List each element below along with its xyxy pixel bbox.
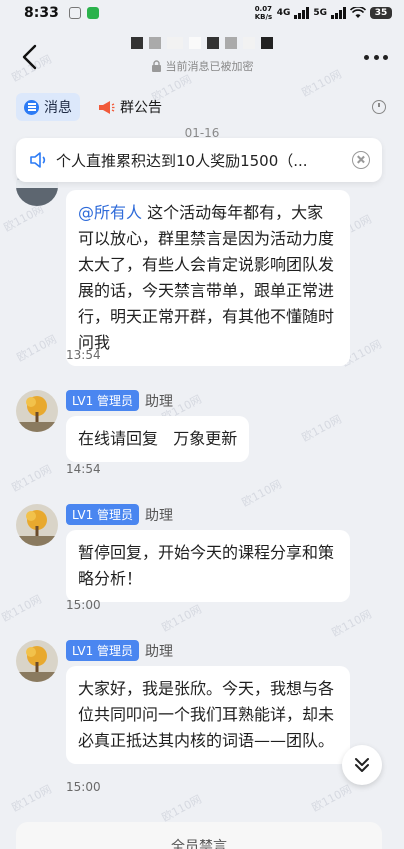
sender-line: LV1 管理员 助理	[66, 504, 173, 525]
notification-icon	[68, 7, 81, 19]
notice-text: 个人直推累积达到10人奖励1500（...	[56, 151, 308, 170]
speaker-icon	[30, 152, 46, 168]
tab-messages[interactable]: 消息	[16, 93, 80, 121]
avatar-image	[16, 640, 58, 682]
status-time: 8:33	[24, 5, 59, 21]
redacted-group-name	[100, 36, 304, 50]
sender-name[interactable]: 助理	[145, 641, 173, 661]
message-bubble[interactable]: 大家好，我是张欣。今天，我想与各位共同叩问一个我们耳熟能详，却未必真正抵达其内核…	[66, 666, 350, 764]
status-right: 0.07 KB/s 4G 5G 35	[255, 5, 392, 21]
double-chevron-down-icon	[355, 758, 369, 772]
avatar[interactable]	[16, 504, 58, 546]
status-bar: 8:33 0.07 KB/s 4G 5G 35	[0, 0, 404, 26]
encryption-text: 当前消息已被加密	[165, 60, 254, 73]
mention-all[interactable]: @所有人	[78, 203, 142, 222]
avatar-image	[16, 504, 58, 546]
message-time: 14:54	[66, 462, 101, 476]
scroll-to-bottom-button[interactable]	[342, 745, 382, 785]
signal-icon	[294, 7, 310, 19]
message-text: 这个活动每年都有，大家可以放心，群里禁言是因为活动力度太大了，有些人会肯定说影响…	[78, 203, 335, 352]
chat-title-block[interactable]: 当前消息已被加密	[100, 36, 304, 74]
message-item: LV1 管理员 助理 大家好，我是张欣。今天，我想与各位共同叩问一个我们耳熟能详…	[16, 640, 388, 800]
tab-messages-label: 消息	[44, 100, 72, 116]
message-time: 15:00	[66, 598, 101, 612]
encryption-notice: 当前消息已被加密	[100, 58, 304, 74]
message-bubble[interactable]: 暂停回复，开始今天的课程分享和策略分析！	[66, 530, 350, 602]
chat-header: 当前消息已被加密	[0, 26, 404, 86]
tab-announcements-label: 群公告	[120, 100, 162, 116]
sender-line: LV1 管理员 助理	[66, 390, 173, 411]
sender-name[interactable]: 助理	[145, 391, 173, 411]
message-bubble[interactable]: 在线请回复 万象更新	[66, 416, 250, 462]
lock-icon	[151, 60, 161, 72]
back-arrow-icon[interactable]	[18, 44, 42, 70]
avatar[interactable]	[16, 390, 58, 432]
more-options-icon[interactable]	[364, 48, 388, 66]
message-item: LV1 管理员 助理 暂停回复，开始今天的课程分享和策略分析！ 15:00	[16, 504, 388, 614]
avatar-image	[16, 390, 58, 432]
megaphone-icon	[99, 100, 115, 114]
message-time: 15:00	[66, 780, 101, 794]
chat-tabs: 消息 群公告	[0, 90, 404, 124]
signal-icon	[331, 7, 346, 19]
tab-announcements[interactable]: 群公告	[90, 93, 170, 121]
message-text: 暂停回复，开始今天的课程分享和策略分析！	[78, 543, 335, 588]
message-item: @所有人 这个活动每年都有，大家可以放心，群里禁言是因为活动力度太大了，有些人会…	[16, 164, 388, 368]
pinned-notice[interactable]: 个人直推累积达到10人奖励1500（...	[16, 138, 382, 182]
sender-name[interactable]: 助理	[145, 505, 173, 525]
message-item: LV1 管理员 助理 在线请回复 万象更新 14:54	[16, 390, 388, 480]
wifi-icon	[350, 7, 366, 18]
battery-icon: 35	[370, 7, 392, 19]
role-badge: LV1 管理员	[66, 504, 140, 525]
all-muted-bar: 全员禁言	[16, 822, 382, 849]
message-bubble[interactable]: @所有人 这个活动每年都有，大家可以放心，群里禁言是因为活动力度太大了，有些人会…	[66, 190, 350, 366]
role-badge: LV1 管理员	[66, 390, 140, 411]
close-icon[interactable]	[352, 151, 370, 169]
avatar[interactable]	[16, 640, 58, 682]
sender-line: LV1 管理员 助理	[66, 640, 173, 661]
role-badge: LV1 管理员	[66, 640, 140, 661]
network-type-1: 4G	[276, 8, 291, 18]
clock-icon[interactable]	[372, 100, 386, 114]
net-speed: 0.07 KB/s	[254, 5, 273, 21]
network-type-2: 5G	[313, 8, 327, 18]
message-text: 大家好，我是张欣。今天，我想与各位共同叩问一个我们耳熟能详，却未必真正抵达其内核…	[78, 679, 335, 750]
shield-app-icon	[86, 7, 99, 19]
chat-icon	[24, 99, 39, 115]
message-text: 在线请回复 万象更新	[78, 429, 238, 448]
message-time: 13:54	[66, 348, 101, 362]
